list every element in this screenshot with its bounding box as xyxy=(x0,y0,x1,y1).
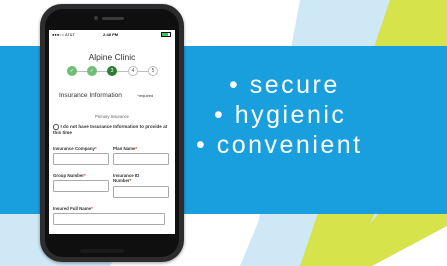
insurance-company-text: Insurance Company xyxy=(53,146,95,151)
insurance-id-field[interactable] xyxy=(113,186,169,198)
no-insurance-checkbox-row[interactable]: I do not have Insurance Information to p… xyxy=(53,124,171,135)
required-text: required xyxy=(138,93,154,98)
camera-icon xyxy=(94,16,98,20)
status-time: 2:48 PM xyxy=(103,32,119,37)
phone-screen: ●●●○○ AT&T 2:48 PM Alpine Clinic ✓ ✓ 3 4… xyxy=(49,30,175,234)
insured-full-name-field[interactable] xyxy=(53,213,165,225)
step-3[interactable]: 3 xyxy=(107,66,117,76)
required-note: *required xyxy=(137,93,153,98)
home-indicator xyxy=(80,249,124,253)
insured-full-name-label: Insured Full Name* xyxy=(53,206,93,211)
plan-name-field[interactable] xyxy=(113,153,169,165)
clinic-name: Alpine Clinic xyxy=(88,52,136,62)
carrier-label: ●●●○○ AT&T xyxy=(52,32,75,37)
phone-mockup: ●●●○○ AT&T 2:48 PM Alpine Clinic ✓ ✓ 3 4… xyxy=(40,4,184,262)
insurance-company-field[interactable] xyxy=(53,153,109,165)
feature-convenient: • convenient xyxy=(196,131,363,159)
no-insurance-label: I do not have Insurance Information to p… xyxy=(53,124,168,135)
speaker-icon xyxy=(102,17,124,20)
plan-name-label: Plan Name* xyxy=(113,146,137,151)
feature-secure: • secure xyxy=(229,71,340,99)
required-star: * xyxy=(129,178,132,183)
step-1[interactable]: ✓ xyxy=(67,66,77,76)
plan-name-text: Plan Name xyxy=(113,146,136,151)
primary-insurance-label: Primary Insurance xyxy=(95,114,129,119)
section-title: Insurance Information xyxy=(59,92,122,99)
step-4[interactable]: 4 xyxy=(128,66,138,76)
battery-icon xyxy=(161,32,171,37)
group-number-label: Group Number* xyxy=(53,173,86,178)
required-star: * xyxy=(135,146,138,151)
status-bar: ●●●○○ AT&T 2:48 PM xyxy=(49,30,175,38)
insurance-company-label: Insurance Company* xyxy=(53,146,97,151)
feature-hygienic: • hygienic xyxy=(214,101,347,129)
insurance-id-label: Insurance ID Number* xyxy=(113,173,153,183)
required-star: * xyxy=(94,146,97,151)
feature-list: • secure • hygienic • convenient xyxy=(196,70,396,160)
group-number-field[interactable] xyxy=(53,180,109,192)
progress-steps: ✓ ✓ 3 4 5 xyxy=(67,66,159,78)
group-number-text: Group Number xyxy=(53,173,84,178)
required-star: * xyxy=(83,173,86,178)
insurance-id-text: Insurance ID Number xyxy=(113,173,140,183)
required-star: * xyxy=(91,206,93,211)
insured-full-name-text: Insured Full Name xyxy=(53,206,92,211)
step-2[interactable]: ✓ xyxy=(87,66,97,76)
step-5[interactable]: 5 xyxy=(148,66,158,76)
